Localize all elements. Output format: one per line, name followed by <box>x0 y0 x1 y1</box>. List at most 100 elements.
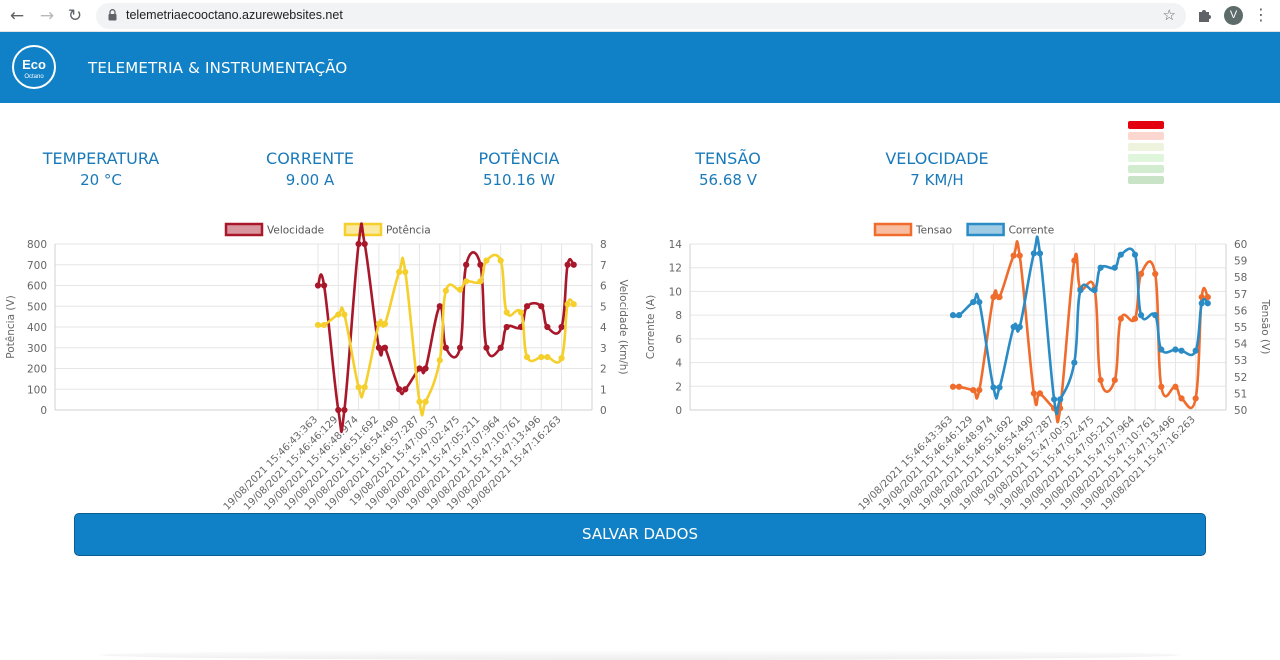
page-title: TELEMETRIA & INSTRUMENTAÇÃO <box>88 59 348 77</box>
y-tick-label-left: 800 <box>27 239 47 251</box>
y-tick-label-right: 7 <box>600 260 607 272</box>
legend-label: Corrente <box>1009 225 1055 237</box>
data-point <box>456 344 464 351</box>
data-point <box>361 240 368 248</box>
data-point <box>538 303 545 310</box>
data-point <box>1077 287 1084 294</box>
forward-arrow-icon[interactable]: → <box>36 5 58 27</box>
data-point <box>1131 251 1139 258</box>
data-point <box>1137 270 1145 277</box>
data-point <box>320 282 328 289</box>
level-bar <box>1128 176 1164 184</box>
y-tick-label-left: 12 <box>669 263 682 275</box>
y-tick-label-left: 700 <box>27 260 47 272</box>
data-point <box>523 353 531 361</box>
y-tick-label-right: 50 <box>1234 405 1247 417</box>
y-axis-title-right: Tensão (V) <box>1259 299 1271 355</box>
logo-text: Eco <box>22 57 46 72</box>
series-line <box>952 240 1210 424</box>
metric-label: TENSÃO <box>695 149 761 168</box>
data-point <box>396 268 403 276</box>
chart-tensao-corrente: 02468101214505152535455565758596019/08/2… <box>645 222 1271 513</box>
data-point <box>1131 315 1139 322</box>
data-point <box>1111 264 1118 271</box>
data-point <box>1051 396 1058 403</box>
data-point <box>970 299 977 306</box>
y-tick-label-right: 57 <box>1234 289 1247 301</box>
data-point <box>1192 347 1199 354</box>
logo-subtext: Octano <box>24 74 44 80</box>
data-point <box>1057 396 1064 403</box>
metric-velocidade: VELOCIDADE 7 KM/H <box>847 149 1027 191</box>
y-tick-label-right: 8 <box>600 239 607 251</box>
data-point <box>1030 250 1037 257</box>
reload-icon[interactable]: ↻ <box>64 5 86 27</box>
data-point <box>1158 346 1165 353</box>
extensions-puzzle-icon[interactable] <box>1196 6 1214 24</box>
level-bar <box>1128 165 1164 173</box>
profile-avatar[interactable]: V <box>1224 6 1243 25</box>
data-point <box>1152 312 1159 319</box>
data-point <box>314 282 322 289</box>
legend-swatch <box>873 222 913 237</box>
data-point <box>381 320 389 327</box>
level-bar <box>1128 143 1164 151</box>
data-point <box>463 261 470 268</box>
save-data-button[interactable]: SALVAR DADOS <box>74 513 1206 556</box>
data-point <box>996 294 1003 301</box>
data-point <box>416 398 423 405</box>
data-point <box>477 261 484 268</box>
y-tick-label-right: 58 <box>1234 272 1247 284</box>
data-point <box>564 261 571 268</box>
y-tick-label-left: 0 <box>675 405 682 417</box>
data-point <box>523 303 531 310</box>
level-bar <box>1128 132 1164 140</box>
y-tick-label-left: 300 <box>27 343 47 355</box>
browser-menu-icon[interactable]: ⋮ <box>1253 5 1269 24</box>
data-point <box>538 353 545 361</box>
data-point <box>558 323 565 331</box>
metric-value: 56.68 V <box>699 171 757 189</box>
y-tick-label-right: 56 <box>1234 305 1248 317</box>
data-point <box>320 321 328 329</box>
app-header: Eco Octano TELEMETRIA & INSTRUMENTAÇÃO <box>0 32 1280 103</box>
back-arrow-icon[interactable]: ← <box>6 5 28 27</box>
data-point <box>402 386 409 393</box>
data-point <box>442 344 449 351</box>
data-point <box>341 406 348 414</box>
data-point <box>1117 315 1124 322</box>
y-tick-label-right: 53 <box>1234 355 1247 367</box>
data-point <box>544 323 551 331</box>
y-axis-title-left: Corrente (A) <box>645 295 657 359</box>
metric-label: CORRENTE <box>266 149 354 168</box>
data-point <box>1178 347 1185 354</box>
bookmark-star-icon[interactable]: ☆ <box>1163 6 1176 24</box>
metric-value: 510.16 W <box>482 171 556 189</box>
data-point <box>416 365 423 372</box>
data-point <box>976 386 983 394</box>
metric-label: POTÊNCIA <box>478 149 560 168</box>
y-tick-label-left: 6 <box>675 334 682 346</box>
y-tick-label-right: 1 <box>600 384 607 396</box>
data-point <box>955 312 963 319</box>
data-point <box>1111 377 1118 384</box>
metric-value: 20 °C <box>80 171 122 189</box>
eco-octano-logo[interactable]: Eco Octano <box>12 45 56 89</box>
metric-corrente: CORRENTE 9.00 A <box>220 149 400 191</box>
data-point <box>436 303 443 310</box>
y-tick-label-left: 500 <box>27 301 47 313</box>
data-point <box>341 311 348 318</box>
y-tick-label-left: 10 <box>669 286 682 298</box>
metric-temperatura: TEMPERATURA 20 °C <box>11 149 191 191</box>
data-point <box>381 344 389 351</box>
data-point <box>477 278 484 285</box>
data-point <box>955 383 963 390</box>
legend-swatch <box>966 222 1005 237</box>
chart-velocidade-potencia: 010020030040050060070080001234567819/08/… <box>5 222 629 513</box>
data-point <box>1097 264 1104 271</box>
y-tick-label-right: 0 <box>600 405 607 417</box>
address-bar[interactable]: telemetriaecooctano.azurewebsites.net ☆ <box>96 3 1186 29</box>
data-point <box>1097 377 1104 384</box>
data-point <box>355 240 362 248</box>
data-point <box>314 321 322 329</box>
